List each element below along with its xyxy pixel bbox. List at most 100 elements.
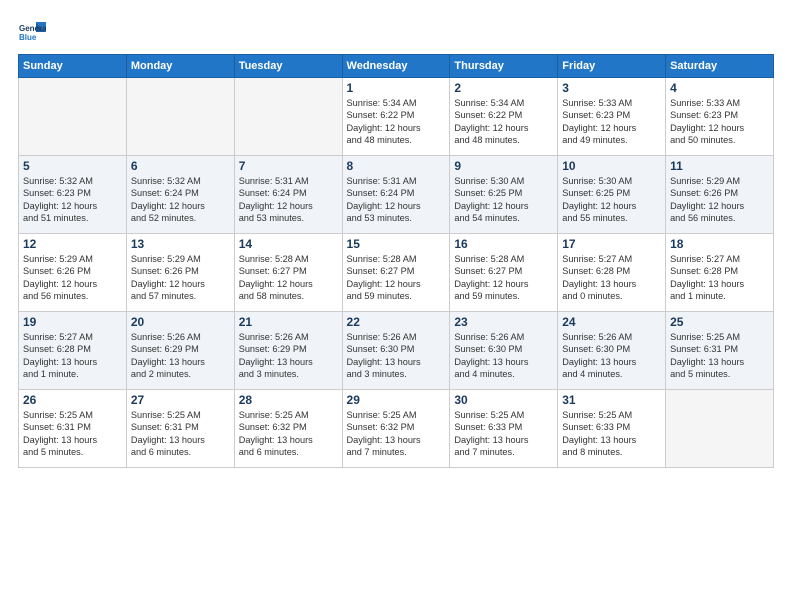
day-number: 25 xyxy=(670,315,769,329)
week-row-1: 1 Sunrise: 5:34 AM Sunset: 6:22 PM Daylig… xyxy=(19,78,774,156)
day-info: Sunrise: 5:25 AM Sunset: 6:33 PM Dayligh… xyxy=(562,409,661,459)
calendar-cell xyxy=(126,78,234,156)
day-number: 9 xyxy=(454,159,553,173)
weekday-header-thursday: Thursday xyxy=(450,55,558,78)
day-number: 13 xyxy=(131,237,230,251)
day-number: 28 xyxy=(239,393,338,407)
week-row-3: 12 Sunrise: 5:29 AM Sunset: 6:26 PM Dayli… xyxy=(19,234,774,312)
day-number: 26 xyxy=(23,393,122,407)
weekday-header-row: SundayMondayTuesdayWednesdayThursdayFrid… xyxy=(19,55,774,78)
weekday-header-tuesday: Tuesday xyxy=(234,55,342,78)
calendar-cell: 4 Sunrise: 5:33 AM Sunset: 6:23 PM Daylig… xyxy=(666,78,774,156)
day-info: Sunrise: 5:34 AM Sunset: 6:22 PM Dayligh… xyxy=(454,97,553,147)
day-number: 6 xyxy=(131,159,230,173)
day-number: 24 xyxy=(562,315,661,329)
calendar-table: SundayMondayTuesdayWednesdayThursdayFrid… xyxy=(18,54,774,468)
day-info: Sunrise: 5:33 AM Sunset: 6:23 PM Dayligh… xyxy=(562,97,661,147)
day-number: 5 xyxy=(23,159,122,173)
day-number: 12 xyxy=(23,237,122,251)
calendar-cell xyxy=(666,390,774,468)
day-number: 22 xyxy=(347,315,446,329)
day-info: Sunrise: 5:32 AM Sunset: 6:23 PM Dayligh… xyxy=(23,175,122,225)
day-info: Sunrise: 5:29 AM Sunset: 6:26 PM Dayligh… xyxy=(670,175,769,225)
day-number: 7 xyxy=(239,159,338,173)
calendar-cell: 14 Sunrise: 5:28 AM Sunset: 6:27 PM Dayli… xyxy=(234,234,342,312)
calendar-cell: 20Sunrise: 5:26 AM Sunset: 6:29 PM Dayli… xyxy=(126,312,234,390)
day-number: 20 xyxy=(131,315,230,329)
calendar-cell: 16 Sunrise: 5:28 AM Sunset: 6:27 PM Dayli… xyxy=(450,234,558,312)
day-info: Sunrise: 5:25 AM Sunset: 6:31 PM Dayligh… xyxy=(23,409,122,459)
calendar-cell: 22 Sunrise: 5:26 AM Sunset: 6:30 PM Dayli… xyxy=(342,312,450,390)
svg-text:General: General xyxy=(19,24,46,33)
weekday-header-friday: Friday xyxy=(558,55,666,78)
day-info: Sunrise: 5:25 AM Sunset: 6:32 PM Dayligh… xyxy=(239,409,338,459)
svg-text:Blue: Blue xyxy=(19,33,37,42)
day-number: 10 xyxy=(562,159,661,173)
calendar-cell: 23Sunrise: 5:26 AM Sunset: 6:30 PM Dayli… xyxy=(450,312,558,390)
weekday-header-saturday: Saturday xyxy=(666,55,774,78)
day-info: Sunrise: 5:29 AM Sunset: 6:26 PM Dayligh… xyxy=(23,253,122,303)
day-info: Sunrise: 5:27 AM Sunset: 6:28 PM Dayligh… xyxy=(562,253,661,303)
calendar-cell: 17 Sunrise: 5:27 AM Sunset: 6:28 PM Dayli… xyxy=(558,234,666,312)
weekday-header-monday: Monday xyxy=(126,55,234,78)
logo: General Blue xyxy=(18,18,50,46)
calendar-cell: 18Sunrise: 5:27 AM Sunset: 6:28 PM Dayli… xyxy=(666,234,774,312)
calendar-cell: 15Sunrise: 5:28 AM Sunset: 6:27 PM Dayli… xyxy=(342,234,450,312)
day-info: Sunrise: 5:33 AM Sunset: 6:23 PM Dayligh… xyxy=(670,97,769,147)
calendar-cell: 28 Sunrise: 5:25 AM Sunset: 6:32 PM Dayli… xyxy=(234,390,342,468)
weekday-header-wednesday: Wednesday xyxy=(342,55,450,78)
logo-icon: General Blue xyxy=(18,18,46,46)
day-number: 27 xyxy=(131,393,230,407)
day-info: Sunrise: 5:26 AM Sunset: 6:30 PM Dayligh… xyxy=(347,331,446,381)
calendar-cell: 13 Sunrise: 5:29 AM Sunset: 6:26 PM Dayli… xyxy=(126,234,234,312)
day-info: Sunrise: 5:26 AM Sunset: 6:30 PM Dayligh… xyxy=(562,331,661,381)
day-number: 4 xyxy=(670,81,769,95)
calendar-cell: 11 Sunrise: 5:29 AM Sunset: 6:26 PM Dayli… xyxy=(666,156,774,234)
calendar-cell: 9 Sunrise: 5:30 AM Sunset: 6:25 PM Daylig… xyxy=(450,156,558,234)
calendar-cell: 7Sunrise: 5:31 AM Sunset: 6:24 PM Daylig… xyxy=(234,156,342,234)
calendar-cell: 31 Sunrise: 5:25 AM Sunset: 6:33 PM Dayli… xyxy=(558,390,666,468)
day-number: 1 xyxy=(347,81,446,95)
calendar-cell: 8 Sunrise: 5:31 AM Sunset: 6:24 PM Daylig… xyxy=(342,156,450,234)
calendar-cell: 25 Sunrise: 5:25 AM Sunset: 6:31 PM Dayli… xyxy=(666,312,774,390)
day-info: Sunrise: 5:26 AM Sunset: 6:29 PM Dayligh… xyxy=(239,331,338,381)
day-number: 3 xyxy=(562,81,661,95)
day-info: Sunrise: 5:30 AM Sunset: 6:25 PM Dayligh… xyxy=(562,175,661,225)
day-info: Sunrise: 5:28 AM Sunset: 6:27 PM Dayligh… xyxy=(454,253,553,303)
calendar-cell: 3 Sunrise: 5:33 AM Sunset: 6:23 PM Daylig… xyxy=(558,78,666,156)
calendar-cell: 12 Sunrise: 5:29 AM Sunset: 6:26 PM Dayli… xyxy=(19,234,127,312)
week-row-2: 5 Sunrise: 5:32 AM Sunset: 6:23 PM Daylig… xyxy=(19,156,774,234)
calendar-cell: 29 Sunrise: 5:25 AM Sunset: 6:32 PM Dayli… xyxy=(342,390,450,468)
day-info: Sunrise: 5:25 AM Sunset: 6:31 PM Dayligh… xyxy=(131,409,230,459)
calendar-cell: 19Sunrise: 5:27 AM Sunset: 6:28 PM Dayli… xyxy=(19,312,127,390)
day-number: 16 xyxy=(454,237,553,251)
day-number: 14 xyxy=(239,237,338,251)
day-number: 31 xyxy=(562,393,661,407)
week-row-4: 19Sunrise: 5:27 AM Sunset: 6:28 PM Dayli… xyxy=(19,312,774,390)
day-number: 21 xyxy=(239,315,338,329)
day-info: Sunrise: 5:25 AM Sunset: 6:33 PM Dayligh… xyxy=(454,409,553,459)
calendar-cell: 5 Sunrise: 5:32 AM Sunset: 6:23 PM Daylig… xyxy=(19,156,127,234)
calendar-cell: 2Sunrise: 5:34 AM Sunset: 6:22 PM Daylig… xyxy=(450,78,558,156)
day-number: 8 xyxy=(347,159,446,173)
calendar-cell: 30 Sunrise: 5:25 AM Sunset: 6:33 PM Dayli… xyxy=(450,390,558,468)
calendar-cell: 21 Sunrise: 5:26 AM Sunset: 6:29 PM Dayli… xyxy=(234,312,342,390)
day-info: Sunrise: 5:25 AM Sunset: 6:32 PM Dayligh… xyxy=(347,409,446,459)
header: General Blue xyxy=(18,18,774,46)
day-number: 30 xyxy=(454,393,553,407)
day-number: 15 xyxy=(347,237,446,251)
day-info: Sunrise: 5:30 AM Sunset: 6:25 PM Dayligh… xyxy=(454,175,553,225)
calendar-cell: 26 Sunrise: 5:25 AM Sunset: 6:31 PM Dayli… xyxy=(19,390,127,468)
day-number: 23 xyxy=(454,315,553,329)
calendar-cell: 27 Sunrise: 5:25 AM Sunset: 6:31 PM Dayli… xyxy=(126,390,234,468)
day-number: 11 xyxy=(670,159,769,173)
day-number: 29 xyxy=(347,393,446,407)
weekday-header-sunday: Sunday xyxy=(19,55,127,78)
day-info: Sunrise: 5:25 AM Sunset: 6:31 PM Dayligh… xyxy=(670,331,769,381)
day-info: Sunrise: 5:27 AM Sunset: 6:28 PM Dayligh… xyxy=(23,331,122,381)
day-info: Sunrise: 5:28 AM Sunset: 6:27 PM Dayligh… xyxy=(239,253,338,303)
day-info: Sunrise: 5:27 AM Sunset: 6:28 PM Dayligh… xyxy=(670,253,769,303)
day-info: Sunrise: 5:31 AM Sunset: 6:24 PM Dayligh… xyxy=(347,175,446,225)
day-info: Sunrise: 5:29 AM Sunset: 6:26 PM Dayligh… xyxy=(131,253,230,303)
day-number: 17 xyxy=(562,237,661,251)
